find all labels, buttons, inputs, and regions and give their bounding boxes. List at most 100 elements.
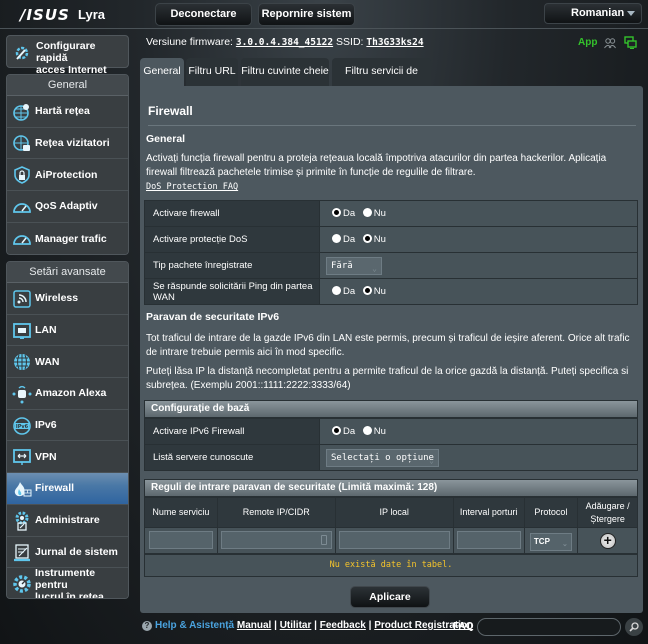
enable-firewall-yes-radio[interactable] [332,208,341,217]
ssid-link[interactable]: Th3G33ks24 [366,37,423,48]
search-icon[interactable] [625,618,643,636]
protocol-select[interactable]: TCP ⌄ [529,532,572,551]
ipv6-section-title: Paravan de securitate IPv6 [146,311,280,323]
firmware-version-link[interactable]: 3.0.0.4.384_45122 [236,37,333,48]
alexa-icon [12,384,32,404]
network-status-icon[interactable] [624,36,637,50]
column-header: Interval porturi [452,497,525,528]
enable-dos-yes-radio[interactable] [332,234,341,243]
basic-config-section: Configurație de bază [144,400,638,418]
ipv6-icon: IPv6 [12,416,32,436]
inbound-rules-section: Reguli de intrare paravan de securitate … [144,479,638,577]
help-support-label: Help & Asistență [155,620,235,631]
sidebar-item-network-tools[interactable]: Instrumente pentru lucrul în rețea [7,567,128,598]
sidebar-item-network-map[interactable]: Hartă rețea [7,96,128,128]
enable-ipv6-firewall-yes-radio[interactable] [332,426,341,435]
apply-button[interactable]: Aplicare [350,586,430,608]
chevron-down-icon: ⌄ [429,455,434,465]
language-value: Romanian [571,7,625,19]
tab-keyword-filter[interactable]: Filtru cuvinte cheie [241,58,329,86]
manual-link[interactable]: Manual [237,620,271,631]
vpn-icon [12,447,32,467]
divider [0,28,648,29]
sidebar-item-ipv6[interactable]: IPv6 IPv6 [7,409,128,442]
quick-internet-setup-button[interactable]: Configurare rapidă acces Internet [6,35,129,76]
faq-search-input[interactable] [477,618,621,636]
chevron-down-icon: ⌄ [372,263,377,273]
divider [148,125,636,126]
basic-config-table: Activare IPv6 Firewall Da Nu Listă serve… [144,418,638,471]
wireless-icon [12,289,32,309]
speedometer-icon [12,229,32,249]
service-name-input[interactable] [148,531,213,550]
field-label: Activare protecție DoS [144,226,320,253]
chevron-down-icon: ⌄ [562,540,568,548]
reboot-button[interactable]: Repornire sistem [258,3,355,26]
speedometer-icon [12,197,32,217]
logout-button[interactable]: Deconectare [155,3,252,26]
enable-firewall-radio-group: Da Nu [319,200,638,227]
sidebar-item-vpn[interactable]: VPN [7,441,128,474]
sidebar-item-adaptive-qos[interactable]: QoS Adaptiv [7,191,128,223]
inbound-rules-title: Reguli de intrare paravan de securitate … [144,479,638,497]
router-admin-page: /ISUS Lyra Deconectare Repornire sistem … [0,0,648,644]
sidebar-item-amazon-alexa[interactable]: Amazon Alexa [7,378,128,410]
basic-config-title: Configurație de bază [144,400,638,418]
feedback-link[interactable]: Feedback [320,620,366,631]
globe-icon [12,352,32,372]
chevron-down-icon [627,11,635,16]
sidebar-item-system-log[interactable]: Jurnal de sistem [7,536,128,569]
quick-setup-label-1: Configurare rapidă [36,40,96,64]
tab-url-filter[interactable]: Filtru URL [186,58,238,86]
inbound-rules-table: Nume serviciu Remote IP/CIDR IP local In… [144,497,638,554]
users-icon[interactable] [604,36,616,49]
remote-ip-input[interactable] [220,531,332,550]
ipv6-description-2: Puteți lăsa IP la distanță necompletat p… [146,366,629,391]
form-row: Activare IPv6 Firewall Da Nu [144,418,638,445]
enable-dos-no-radio[interactable] [362,234,372,243]
empty-table-message: Nu există date în tabel. [144,554,638,577]
sidebar-item-aiprotection[interactable]: AiProtection [7,159,128,192]
tab-general[interactable]: General [140,58,184,87]
table-header-row: Nume serviciu Remote IP/CIDR IP local In… [144,497,638,528]
enable-ipv6-firewall-no-radio[interactable] [362,426,372,435]
add-rule-button[interactable]: + [599,532,616,549]
field-label: Listă servere cunoscute [144,444,320,471]
sidebar-group-general: General Hartă rețea Rețea vizitatori AiP… [6,74,129,255]
wan-ping-no-radio[interactable] [362,286,372,295]
new-rule-row: TCP ⌄ + [144,527,638,554]
language-select[interactable]: Romanian [544,3,642,24]
logged-packets-type-select[interactable]: Fără ⌄ [326,256,382,275]
sidebar-item-wan[interactable]: WAN [7,346,128,379]
known-servers-select[interactable]: Selectați o opțiune ⌄ [326,448,439,467]
sidebar-item-firewall[interactable]: Firewall [7,473,128,505]
form-row: Se răspunde solicitării Ping din partea … [144,278,638,305]
form-row: Listă servere cunoscute Selectați o opți… [144,444,638,471]
column-header: Protocol [523,497,579,528]
port-range-input[interactable] [456,531,521,550]
faq-label: FAQ [453,621,474,632]
column-header: Remote IP/CIDR [216,497,336,528]
wan-ping-yes-radio[interactable] [332,286,341,295]
utility-link[interactable]: Utilitar [280,620,312,631]
sidebar-item-guest-network[interactable]: Rețea vizitatori [7,127,128,160]
form-row: Activare protecție DoS Da Nu [144,226,638,253]
enable-firewall-no-radio[interactable] [362,208,372,217]
general-settings-table: Activare firewall Da Nu Activare protecț… [144,200,638,305]
network-tools-icon [12,574,32,594]
app-link[interactable]: App [578,37,597,48]
firewall-content-panel: Firewall General Activați funcția firewa… [140,86,643,613]
sidebar-item-wireless[interactable]: Wireless [7,283,128,315]
dos-protection-faq-link[interactable]: DoS Protection FAQ [146,182,238,192]
firmware-label: Versiune firmware: [146,36,233,48]
form-row: Tip pachete înregistrate Fără ⌄ [144,252,638,279]
svg-text:IPv6: IPv6 [16,424,29,430]
field-label: Activare firewall [144,200,320,227]
tab-network-services-filter[interactable]: Filtru servicii de rețea [332,58,431,104]
ipv6-description-1: Tot traficul de intrare de la gazde IPv6… [146,333,630,358]
sidebar-item-lan[interactable]: LAN [7,314,128,347]
general-description: Activați funcția firewall pentru a prote… [146,153,607,192]
sidebar-item-administration[interactable]: Administrare [7,504,128,537]
local-ip-input[interactable] [338,531,450,550]
sidebar-item-traffic-manager[interactable]: Manager trafic [7,222,128,254]
